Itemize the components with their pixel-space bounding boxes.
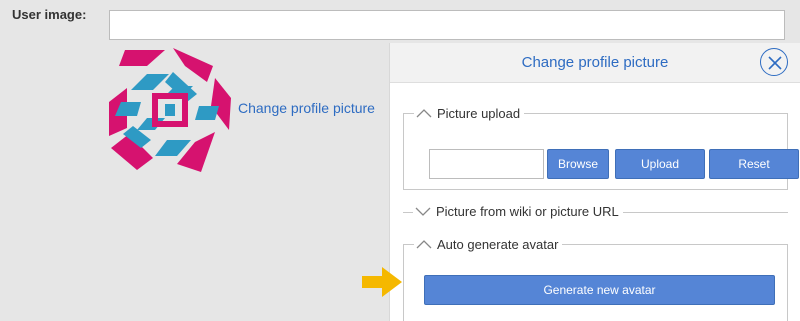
avatar-identicon — [109, 48, 231, 172]
reset-button[interactable]: Reset — [709, 149, 799, 179]
panel-header: Change profile picture — [390, 43, 800, 83]
pointer-arrow-icon — [362, 267, 402, 297]
file-path-input[interactable] — [429, 149, 544, 179]
change-profile-picture-link[interactable]: Change profile picture — [238, 100, 375, 116]
chevron-down-icon — [415, 207, 431, 216]
wiki-url-section[interactable]: Picture from wiki or picture URL — [403, 203, 788, 223]
picture-upload-section: Picture upload Browse Upload Reset — [403, 106, 799, 190]
auto-avatar-label: Auto generate avatar — [437, 237, 559, 252]
change-picture-panel: Change profile picture Picture upload Br… — [389, 43, 800, 321]
avatar — [107, 44, 233, 172]
picture-upload-label: Picture upload — [437, 106, 521, 121]
wiki-url-toggle[interactable]: Picture from wiki or picture URL — [413, 204, 623, 219]
wiki-url-label: Picture from wiki or picture URL — [436, 204, 619, 219]
user-image-label: User image: — [12, 7, 87, 22]
picture-upload-toggle[interactable]: Picture upload — [414, 106, 524, 121]
chevron-up-icon — [416, 240, 432, 249]
auto-generate-avatar-section: Auto generate avatar Generate new avatar — [403, 237, 788, 321]
chevron-up-icon — [416, 109, 432, 118]
browse-button[interactable]: Browse — [547, 149, 609, 179]
close-icon — [768, 56, 782, 70]
panel-title: Change profile picture — [521, 54, 669, 71]
close-button[interactable] — [760, 48, 788, 76]
upload-button[interactable]: Upload — [615, 149, 705, 179]
user-image-field[interactable] — [109, 10, 785, 40]
auto-avatar-toggle[interactable]: Auto generate avatar — [414, 237, 562, 252]
generate-avatar-button[interactable]: Generate new avatar — [424, 275, 775, 305]
